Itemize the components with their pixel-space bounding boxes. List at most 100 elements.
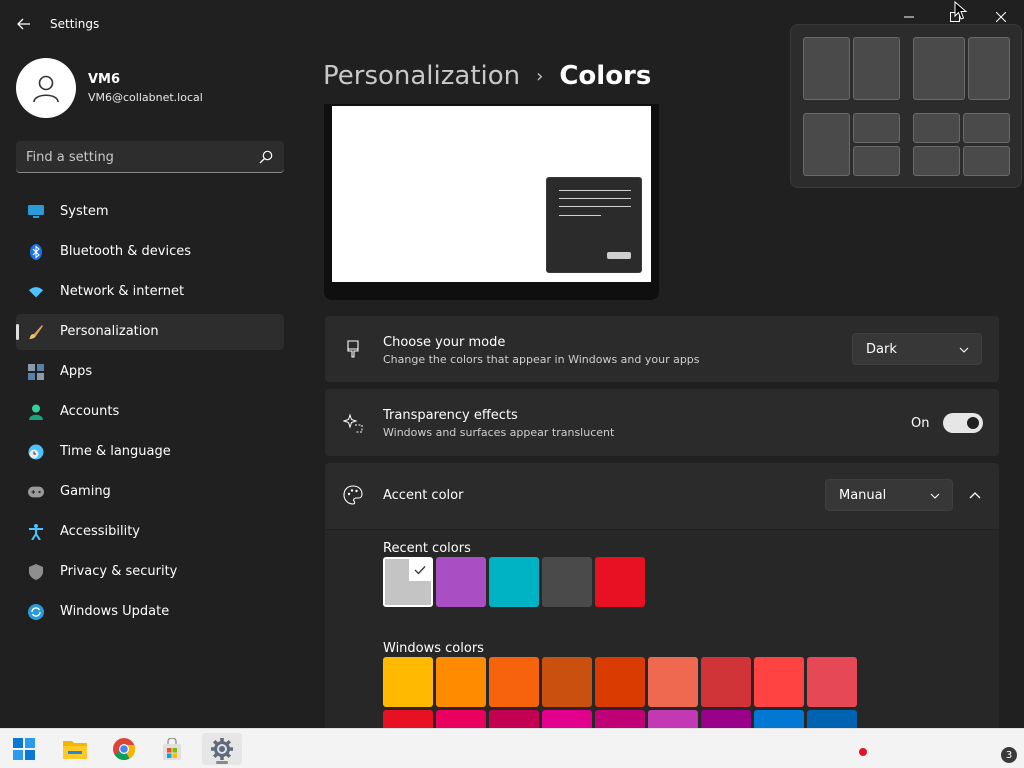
snap-zone[interactable] (853, 113, 900, 143)
windows-color-swatch[interactable] (648, 657, 698, 707)
mode-dropdown[interactable]: Dark (852, 333, 982, 365)
windows-colors-label: Windows colors (383, 641, 484, 656)
taskbar-start-button[interactable] (4, 733, 44, 765)
recent-color-swatch[interactable] (436, 557, 486, 607)
snap-zone[interactable] (853, 146, 900, 176)
minimize-icon (904, 16, 914, 18)
palette-icon (343, 485, 363, 505)
windows-color-swatch[interactable] (807, 657, 857, 707)
mode-dropdown-value: Dark (866, 342, 897, 357)
notification-badge[interactable]: 3 (1001, 747, 1017, 763)
preview-line (559, 198, 631, 199)
recent-colors-label: Recent colors (383, 541, 471, 556)
page-title: Colors (559, 61, 652, 91)
checkmark-icon (409, 559, 431, 581)
search-box[interactable] (16, 141, 284, 173)
snap-zone[interactable] (913, 37, 965, 100)
transparency-state-label: On (911, 416, 930, 431)
sidebar-item-privacy[interactable]: Privacy & security (16, 554, 284, 590)
snap-zone[interactable] (963, 113, 1010, 143)
sidebar-item-network[interactable]: Network & internet (16, 274, 284, 310)
mouse-cursor-icon (954, 1, 968, 20)
snap-zone[interactable] (968, 37, 1010, 100)
recent-color-swatch[interactable] (383, 557, 433, 607)
update-icon (28, 604, 44, 620)
wifi-icon (28, 284, 44, 300)
chrome-icon (113, 738, 135, 760)
user-email: VM6@collabnet.local (88, 91, 203, 104)
snap-layouts-flyout (790, 24, 1022, 188)
snap-zone[interactable] (913, 146, 960, 176)
search-icon[interactable] (258, 149, 274, 165)
transparency-toggle[interactable] (943, 413, 983, 433)
sidebar-item-system[interactable]: System (16, 194, 284, 230)
shield-icon (28, 564, 44, 580)
taskbar-file-explorer[interactable] (55, 733, 95, 765)
theme-preview (324, 104, 659, 300)
sidebar-item-time-language[interactable]: Time & language (16, 434, 284, 470)
sidebar-item-accessibility[interactable]: Accessibility (16, 514, 284, 550)
sidebar-item-accounts[interactable]: Accounts (16, 394, 284, 430)
sidebar-item-personalization[interactable]: Personalization (16, 314, 284, 350)
sidebar-item-apps[interactable]: Apps (16, 354, 284, 390)
back-arrow-icon (17, 18, 30, 30)
taskbar (0, 728, 1024, 768)
windows-color-swatch[interactable] (595, 657, 645, 707)
snap-zone[interactable] (803, 37, 850, 100)
monitor-icon (28, 204, 44, 220)
transparency-card: Transparency effects Windows and surface… (325, 389, 999, 456)
breadcrumb: Personalization › Colors (323, 58, 651, 94)
preview-button (607, 252, 631, 259)
transparency-description: Windows and surfaces appear translucent (383, 426, 615, 439)
chevron-up-icon (969, 492, 981, 499)
preview-window (546, 177, 642, 273)
file-explorer-icon (63, 741, 87, 759)
windows-color-swatch[interactable] (754, 657, 804, 707)
chevron-down-icon (930, 493, 940, 499)
preview-line (559, 215, 601, 216)
bluetooth-icon (28, 244, 44, 260)
windows-color-swatch[interactable] (701, 657, 751, 707)
sidebar-item-label: Apps (60, 364, 93, 379)
accent-dropdown[interactable]: Manual (825, 479, 953, 511)
search-input[interactable] (26, 147, 246, 167)
person-icon (28, 404, 44, 420)
sidebar-item-label: Accessibility (60, 524, 140, 539)
windows-color-swatch[interactable] (436, 657, 486, 707)
back-button[interactable] (14, 14, 34, 34)
sidebar-item-label: Privacy & security (60, 564, 178, 579)
preview-desktop (332, 106, 651, 282)
mode-description: Change the colors that appear in Windows… (383, 353, 700, 366)
apps-icon (28, 364, 44, 380)
store-icon (163, 738, 181, 760)
windows-color-swatch[interactable] (542, 657, 592, 707)
windows-color-swatch[interactable] (489, 657, 539, 707)
sidebar-item-label: Time & language (60, 444, 171, 459)
recent-color-swatch[interactable] (489, 557, 539, 607)
snap-zone[interactable] (913, 113, 960, 143)
avatar (16, 58, 76, 118)
snap-zone[interactable] (963, 146, 1010, 176)
transparency-title: Transparency effects (383, 408, 518, 423)
recording-indicator[interactable] (859, 748, 867, 756)
breadcrumb-parent[interactable]: Personalization (323, 61, 520, 91)
sidebar-item-bluetooth[interactable]: Bluetooth & devices (16, 234, 284, 270)
mode-title: Choose your mode (383, 335, 506, 350)
sidebar-item-label: Gaming (60, 484, 111, 499)
user-card[interactable]: VM6 VM6@collabnet.local (16, 56, 296, 120)
taskbar-chrome[interactable] (104, 733, 144, 765)
accent-collapse-button[interactable] (963, 483, 987, 507)
windows-color-swatch[interactable] (383, 657, 433, 707)
sidebar-item-gaming[interactable]: Gaming (16, 474, 284, 510)
user-avatar-icon (33, 75, 59, 103)
snap-zone[interactable] (803, 113, 850, 176)
recent-color-swatch[interactable] (542, 557, 592, 607)
accent-color-panel: Recent colors Windows colors (325, 530, 999, 760)
sparkle-icon (343, 413, 363, 433)
taskbar-store[interactable] (152, 733, 192, 765)
sidebar-item-label: Personalization (60, 324, 159, 339)
taskbar-settings[interactable] (202, 733, 242, 765)
snap-zone[interactable] (853, 37, 900, 100)
recent-color-swatch[interactable] (595, 557, 645, 607)
sidebar-item-windows-update[interactable]: Windows Update (16, 594, 284, 630)
